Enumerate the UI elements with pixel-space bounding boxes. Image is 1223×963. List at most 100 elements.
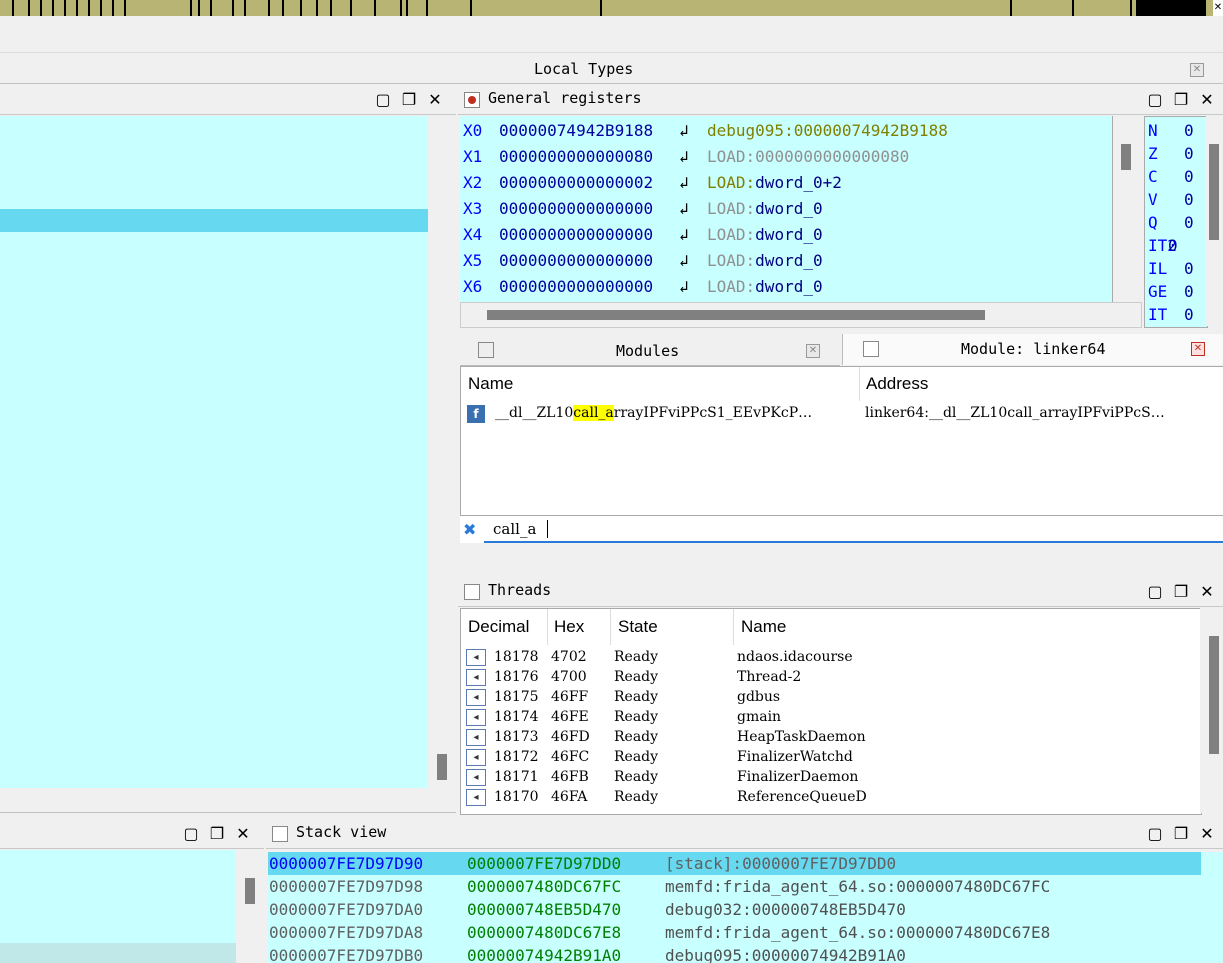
stack-row[interactable]: 0000007FE7D97DA0 000000748EB5D470 debug032… <box>268 898 1201 921</box>
column-header-name[interactable]: Name <box>468 374 513 394</box>
close-icon[interactable]: ✕ <box>1198 824 1216 843</box>
table-row[interactable]: ◂ 18175 46FF Ready gdbus <box>464 687 1194 707</box>
scrollbar-thumb[interactable] <box>1121 144 1131 170</box>
flag-row[interactable]: IL 0 <box>1148 257 1194 280</box>
register-value[interactable]: 0000000000000002 <box>499 170 679 196</box>
stack-row[interactable]: 0000007FE7D97DA8 0000007480DC67E8 memfd:fr… <box>268 921 1201 944</box>
flags-list[interactable]: N 0 Z 0 C 0 V 0 Q 0 IT20 IL 0 GE 0 IT 0 <box>1144 116 1208 328</box>
scrollbar-thumb[interactable] <box>1209 636 1219 754</box>
jump-arrow-icon[interactable]: ↲ <box>679 248 707 274</box>
column-header-decimal[interactable]: Decimal <box>468 617 529 637</box>
stack-reference[interactable]: memfd:frida_agent_64.so:0000007480DC67FC <box>665 875 1050 898</box>
flag-row[interactable]: N0 <box>1148 119 1194 142</box>
flag-value[interactable]: 0 <box>1184 259 1194 278</box>
flag-value[interactable]: 0 <box>1184 121 1194 140</box>
bottom-left-content[interactable] <box>0 850 236 963</box>
stack-reference[interactable]: memfd:frida_agent_64.so:0000007480DC67E8 <box>665 921 1050 944</box>
flag-value[interactable]: 0 <box>1184 144 1194 163</box>
jump-arrow-icon[interactable]: ↲ <box>679 170 707 196</box>
threads-table[interactable]: Decimal Hex State Name ◂ 18178 4702 Ready nd… <box>460 608 1202 815</box>
modules-table[interactable]: Name Address f __dl__ZL10call_arrayIPFvi… <box>460 366 1223 516</box>
jump-arrow-icon[interactable]: ↲ <box>679 222 707 248</box>
flags-vscroll[interactable] <box>1206 116 1223 326</box>
tab-module-close-icon[interactable]: ✕ <box>1191 342 1205 356</box>
stack-reference[interactable]: [stack]:0000007FE7D97DD0 <box>665 852 896 875</box>
register-value[interactable]: 0000000000000000 <box>499 248 679 274</box>
filter-input[interactable]: call_a <box>484 516 1223 543</box>
local-types-close-icon[interactable]: ✕ <box>1190 63 1204 77</box>
table-row[interactable]: ◂ 18172 46FC Ready FinalizerWatchd <box>464 747 1194 767</box>
stack-value[interactable]: 0000007FE7D97DD0 <box>467 852 621 875</box>
scrollbar-thumb[interactable] <box>487 310 985 320</box>
register-row[interactable]: X5 0000000000000000 ↲ LOAD:dword_0 <box>463 248 823 274</box>
scrollbar-thumb[interactable] <box>1209 144 1219 240</box>
column-header-hex[interactable]: Hex <box>554 617 584 637</box>
register-row[interactable]: X4 0000000000000000 ↲ LOAD:dword_0 <box>463 222 823 248</box>
threads-vscroll[interactable] <box>1200 608 1223 813</box>
stack-row[interactable]: 0000007FE7D97DB0 00000074942B91A0 debug095… <box>268 944 1201 963</box>
registers-hscroll[interactable] <box>460 302 1142 328</box>
close-icon[interactable]: ✕ <box>234 824 252 843</box>
stack-value[interactable]: 000000748EB5D470 <box>467 898 621 921</box>
bottom-left-scrollbar[interactable] <box>236 850 264 963</box>
close-icon[interactable]: ✕ <box>426 90 444 109</box>
selected-line[interactable] <box>0 209 428 232</box>
table-row[interactable]: ◂ 18178 4702 Ready ndaos.idacourse <box>464 647 1194 667</box>
jump-arrow-icon[interactable]: ↲ <box>679 118 707 144</box>
maximize-icon[interactable]: ▢ <box>1146 90 1164 109</box>
left-panel-content[interactable] <box>0 116 428 788</box>
table-row[interactable]: ◂ 18170 46FA Ready ReferenceQueueD <box>464 787 1194 807</box>
stack-reference[interactable]: debug095:00000074942B91A0 <box>665 944 906 963</box>
close-icon[interactable]: ✕ <box>1213 0 1223 16</box>
flag-value[interactable]: 0 <box>1184 282 1194 301</box>
close-icon[interactable]: ✕ <box>1198 90 1216 109</box>
flag-row[interactable]: V0 <box>1148 188 1194 211</box>
flag-row[interactable]: Q0 <box>1148 211 1194 234</box>
restore-icon[interactable]: ❐ <box>1172 824 1190 843</box>
register-row[interactable]: X6 0000000000000000 ↲ LOAD:dword_0 <box>463 274 823 300</box>
maximize-icon[interactable]: ▢ <box>182 824 200 843</box>
register-ref-target[interactable]: 00000074942B9188 <box>794 121 948 140</box>
stack-value[interactable]: 00000074942B91A0 <box>467 944 621 963</box>
flag-value[interactable]: 0 <box>1184 190 1194 209</box>
maximize-icon[interactable]: ▢ <box>1146 824 1164 843</box>
registers-vscroll[interactable] <box>1113 116 1139 302</box>
tab-modules-close-icon[interactable]: ✕ <box>806 344 820 358</box>
stack-value[interactable]: 0000007480DC67FC <box>467 875 621 898</box>
column-header-state[interactable]: State <box>618 617 658 637</box>
table-row[interactable]: ◂ 18174 46FE Ready gmain <box>464 707 1194 727</box>
navigation-band[interactable]: ✕ <box>0 0 1223 16</box>
register-ref-target[interactable]: dword_0 <box>755 251 822 270</box>
table-row[interactable]: f __dl__ZL10call_arrayIPFviPPcS1_EEvPKcP… <box>465 403 1223 425</box>
jump-arrow-icon[interactable]: ↲ <box>679 196 707 222</box>
close-icon[interactable]: ✕ <box>1198 582 1216 601</box>
jump-arrow-icon[interactable]: ↲ <box>679 274 707 300</box>
clear-filter-icon[interactable]: ✖ <box>463 520 476 539</box>
stack-view-list[interactable]: 0000007FE7D97D90 0000007FE7D97DD0 [stack]:… <box>268 852 1223 963</box>
maximize-icon[interactable]: ▢ <box>1146 582 1164 601</box>
flag-row[interactable]: IT 0 <box>1148 303 1194 326</box>
tab-modules[interactable]: Modules ✕ <box>460 334 840 366</box>
left-panel-scrollbar[interactable] <box>428 116 456 788</box>
maximize-icon[interactable]: ▢ <box>374 90 392 109</box>
flag-value[interactable]: 0 <box>1168 236 1178 255</box>
register-value[interactable]: 0000000000000000 <box>499 196 679 222</box>
flag-row[interactable]: C0 <box>1148 165 1194 188</box>
register-ref-target[interactable]: 0000000000000080 <box>755 147 909 166</box>
register-value[interactable]: 0000000000000000 <box>499 274 679 300</box>
table-row[interactable]: ◂ 18176 4700 Ready Thread-2 <box>464 667 1194 687</box>
stack-row[interactable]: 0000007FE7D97D90 0000007FE7D97DD0 [stack]:… <box>268 852 1201 875</box>
stack-value[interactable]: 0000007480DC67E8 <box>467 921 621 944</box>
column-header-address[interactable]: Address <box>866 374 928 394</box>
restore-icon[interactable]: ❐ <box>208 824 226 843</box>
register-value[interactable]: 00000074942B9188 <box>499 118 679 144</box>
tab-module-linker64[interactable]: Module: linker64 ✕ <box>842 334 1223 365</box>
register-value[interactable]: 0000000000000000 <box>499 222 679 248</box>
restore-icon[interactable]: ❐ <box>1172 90 1190 109</box>
jump-arrow-icon[interactable]: ↲ <box>679 144 707 170</box>
registers-list[interactable]: X0 00000074942B9188 ↲ debug095:00000074942B… <box>460 116 1113 302</box>
register-ref-target[interactable]: dword_0 <box>755 277 822 296</box>
register-value[interactable]: 0000000000000080 <box>499 144 679 170</box>
restore-icon[interactable]: ❐ <box>1172 582 1190 601</box>
stack-reference[interactable]: debug032:000000748EB5D470 <box>665 898 906 921</box>
